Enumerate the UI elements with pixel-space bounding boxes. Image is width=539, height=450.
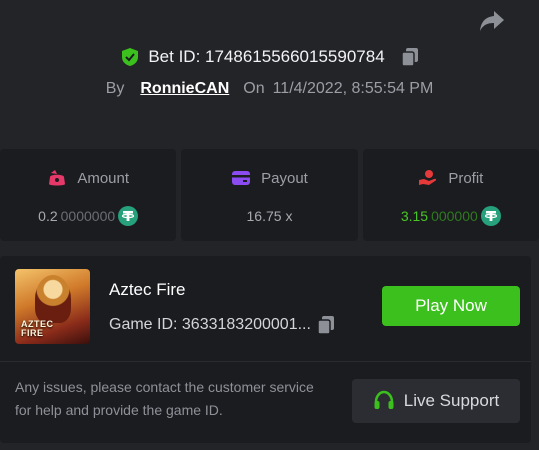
share-icon[interactable] [479,10,505,32]
profit-value: 3.15 [400,208,429,224]
username-link[interactable]: RonnieCAN [140,80,229,98]
tether-icon [480,206,501,226]
play-now-button[interactable]: Play Now [382,286,520,326]
headset-icon [374,390,394,409]
by-label: By [105,80,125,97]
amount-stat: Amount 0.2 0000000 [0,149,177,241]
bag-icon [49,170,66,186]
game-thumbnail[interactable]: AZTEC FIRE [15,269,90,344]
profit-stat: Profit 3.15 000000 [362,149,539,241]
bet-stats: Amount 0.2 0000000 Payout 16.75 x Profit… [0,149,539,241]
amount-label: Amount [77,169,130,187]
tether-icon [118,206,139,226]
copy-icon[interactable] [400,47,419,67]
live-support-label: Live Support [403,391,500,410]
on-label: On [243,80,265,97]
bet-id-text: Bet ID: 1748615566015590784 [148,47,385,66]
payout-label: Payout [261,169,308,187]
divider [0,361,531,362]
bet-author-row: By RonnieCAN On 11/4/2022, 8:55:54 PM [0,80,539,98]
game-thumbnail-title: AZTEC FIRE [21,319,54,338]
game-card: AZTEC FIRE Aztec Fire Game ID: 363318320… [0,256,531,443]
amount-value: 0.2 [38,208,58,224]
profit-value-decimals: 000000 [431,208,478,224]
bet-id-row: Bet ID: 1748615566015590784 [0,47,539,67]
game-id-text: Game ID: 3633183200001... [109,316,311,333]
card-icon [232,171,251,185]
game-name: Aztec Fire [109,280,186,299]
game-id-row: Game ID: 3633183200001... [109,315,335,335]
payout-stat: Payout 16.75 x [181,149,358,241]
copy-icon[interactable] [317,315,335,335]
support-notice: Any issues, please contact the customer … [15,379,314,418]
amount-value-decimals: 0000000 [60,208,116,224]
game-art [35,275,71,323]
verified-shield-icon [122,48,139,66]
live-support-button[interactable]: Live Support [352,379,520,423]
profit-label: Profit [448,169,484,187]
hand-coin-icon [419,170,437,185]
payout-value: 16.75 x [246,208,293,224]
bet-datetime: 11/4/2022, 8:55:54 PM [272,80,434,97]
